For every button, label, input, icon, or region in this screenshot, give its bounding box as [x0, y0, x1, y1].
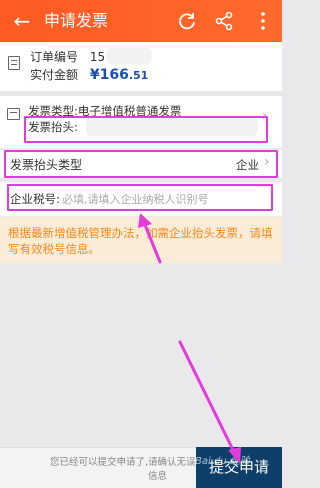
notice-banner: 根据最新增值税管理办法，如需企业抬头发票，请填写有效税号信息。 [0, 217, 282, 263]
footer-hint-line2: 信息 [148, 471, 168, 482]
amount-label: 实付金额 [30, 68, 79, 82]
document-icon [8, 56, 20, 70]
amount-row: 实付金额 ¥166.51 [30, 66, 148, 83]
order-number-label: 订单编号 [30, 50, 79, 64]
order-info: 订单编号 15 实付金额 ¥166.51 [0, 42, 282, 91]
app-header: ← 申请发票 [0, 0, 282, 42]
invoice-icon [7, 108, 20, 120]
more-vertical-icon[interactable] [252, 10, 274, 32]
back-arrow-icon[interactable]: ← [10, 9, 34, 33]
redaction-mask [106, 48, 152, 64]
highlight-box-tax [7, 184, 273, 211]
amount-value: ¥166.51 [89, 67, 149, 83]
highlight-box-title [24, 116, 268, 143]
order-number-row: 订单编号 15 [30, 48, 105, 65]
share-icon[interactable] [213, 10, 235, 32]
watermark-text: Bai du 经验 [195, 456, 250, 467]
refresh-icon[interactable] [176, 10, 198, 32]
order-number-value: 15 [89, 50, 106, 64]
highlight-box-header-type [4, 150, 278, 178]
footer-hint: 您已经可以提交申请了,请确认无误 [50, 457, 196, 468]
page-title: 申请发票 [44, 11, 109, 30]
arrow-to-submit [178, 340, 236, 454]
